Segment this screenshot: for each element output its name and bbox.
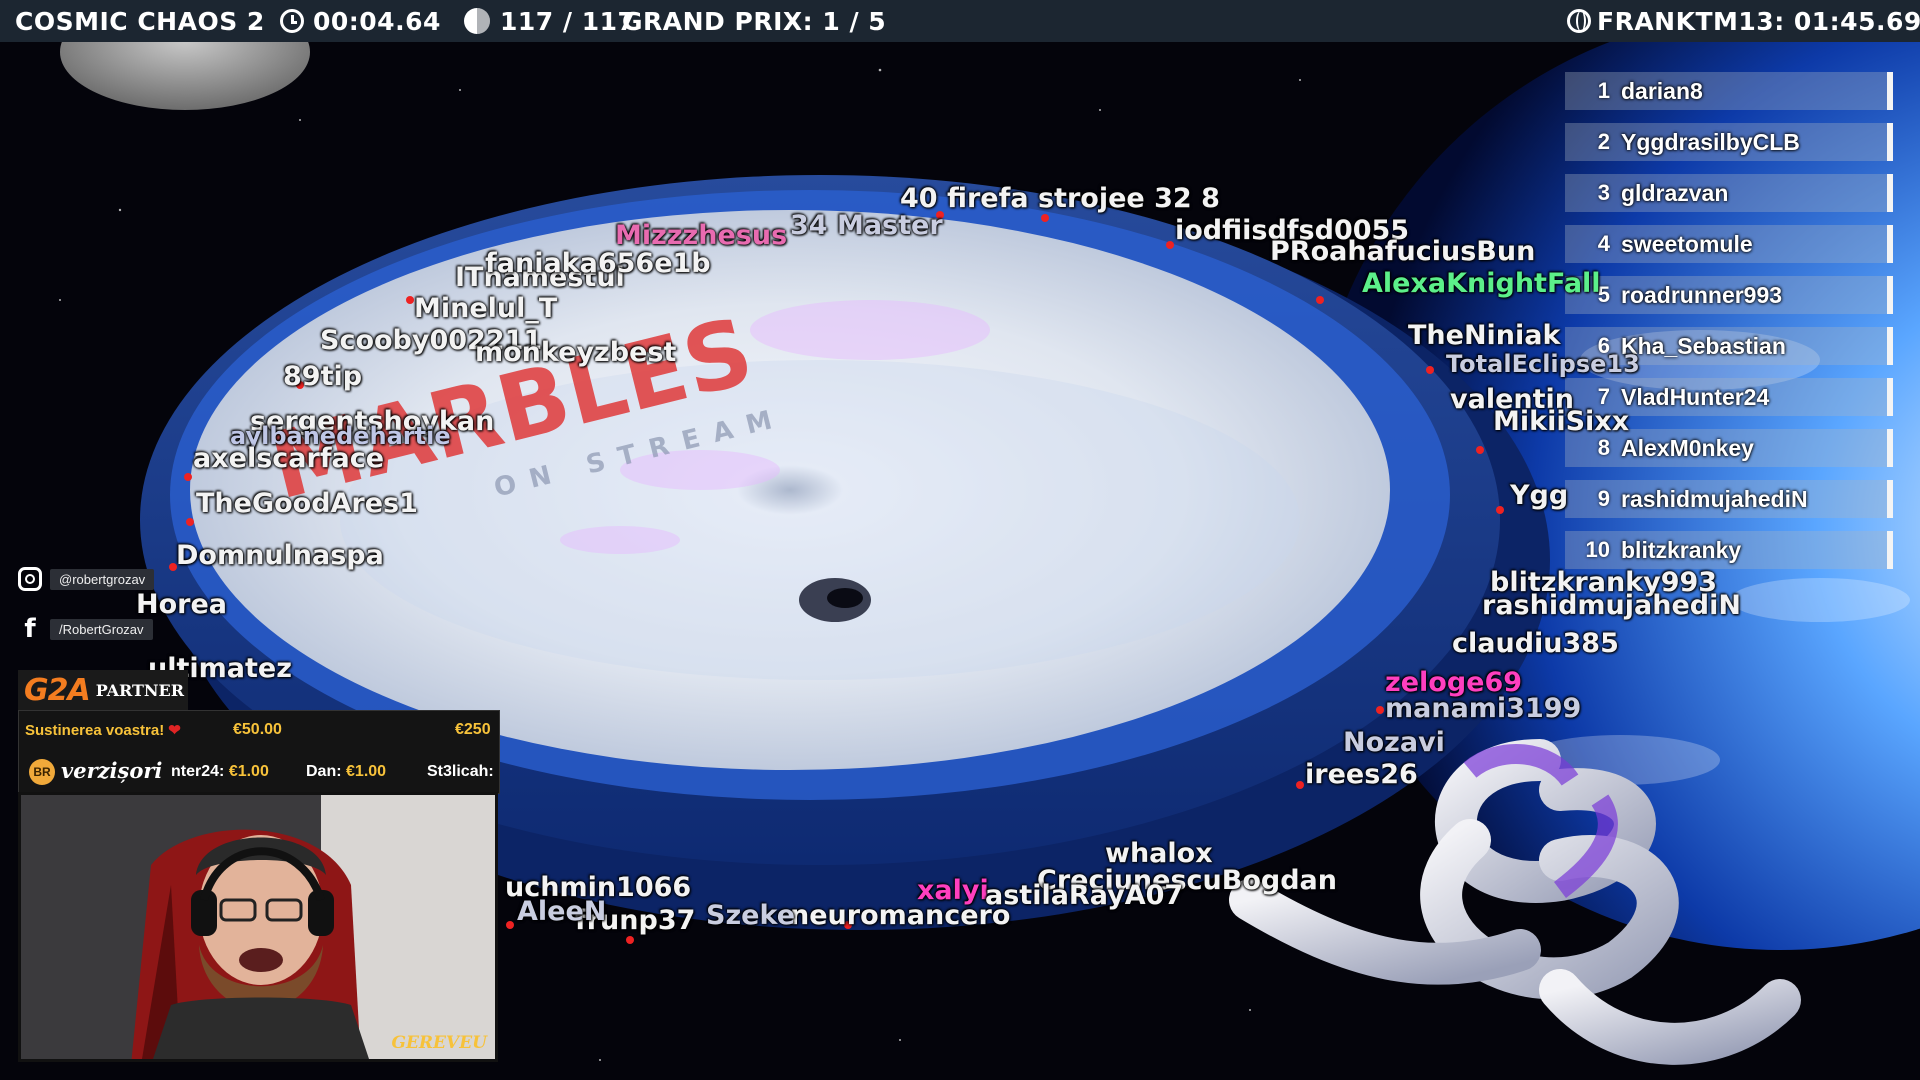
marble-name: axelscarface [193,443,385,474]
facebook-icon: f [24,614,36,644]
facebook-handle[interactable]: f /RobertGrozav [18,614,153,644]
marble-name: irees26 [1305,759,1418,790]
heart-icon: ❤ [168,722,181,739]
marble-name: astilaRayA07 [985,880,1184,911]
donation-item: Dan: €1.00 [306,763,387,780]
support-label: Sustinerea voastra! ❤ [25,722,181,739]
marble-name: rashidmujahediN [1482,590,1741,621]
marble-name: neuromancero [790,900,1011,931]
grand-prix-progress: GRAND PRIX: 1 / 5 [622,6,887,36]
leaderboard-name: AlexM0nkey [1621,434,1754,461]
leaderboard-row: 5 roadrunner993 [1565,276,1893,314]
marble-name: Ygg [1510,480,1569,511]
leaderboard-name: sweetomule [1621,230,1753,257]
leaderboard-indicator [1887,72,1893,110]
leaderboard-indicator [1887,225,1893,263]
donation-panel: Sustinerea voastra! ❤ €50.00 €250 BR verz… [18,710,500,794]
marble-name: faniaka656e1b [485,248,711,279]
clock-icon [280,9,304,33]
marble-icon [464,8,490,34]
g2a-logo: G2A [24,672,91,708]
leaderboard-name: rashidmujahediN [1621,485,1808,512]
marble-name: 34 Master [790,210,943,241]
leaderboard-indicator [1887,327,1893,365]
marbles-counter: 117 / 117 [464,0,635,42]
marble-name: MikiiSixx [1493,406,1630,437]
leaderboard-name: darian8 [1621,77,1703,104]
leaderboard-rank: 1 [1597,78,1610,103]
instagram-icon [18,567,42,591]
marble-name: TotalEclipse13 [1446,350,1640,378]
leaderboard-name: YggdrasilbyCLB [1621,128,1800,155]
marbles-count: 117 / 117 [500,6,636,36]
sponsor-name: verzișori [61,758,163,783]
leaderboard-row: 9 rashidmujahediN [1565,480,1893,518]
streamer-image [21,795,495,1059]
webcam-name-tag: GEREVEU [391,1033,487,1053]
leaderboard-indicator [1887,123,1893,161]
goal-current: €50.00 [233,721,282,738]
timer: 00:04.64 [280,0,441,42]
goal-target: €250 [455,721,491,738]
g2a-partner-label: PARTNER [95,680,185,700]
leaderboard-name: Kha_Sebastian [1621,332,1786,359]
leaderboard-rank: 9 [1597,486,1610,511]
donation-item: nter24: €1.00 [171,763,269,780]
marble-name: claudiu385 [1452,628,1619,659]
leaderboard-indicator [1887,378,1893,416]
marble-name: Nozavi [1343,727,1445,758]
marble-name: 89tip [283,361,363,392]
leaderboard-rank: 8 [1597,435,1610,460]
leaderboard-indicator [1887,480,1893,518]
leaderboard-row: 10 blitzkranky [1565,531,1893,569]
marble-name: Szeke [706,900,796,931]
marble-name: manami3199 [1385,693,1582,724]
world-record-value: FRANKTM13: 01:45.699 [1597,6,1920,36]
leaderboard-row: 2 YggdrasilbyCLB [1565,123,1893,161]
leaderboard-name: gldrazvan [1621,179,1729,206]
marble-name: Domnulnaspa [176,540,384,571]
webcam-feed: GEREVEU [18,792,498,1062]
leaderboard-rank: 3 [1597,180,1610,205]
leaderboard-row: 1 darian8 [1565,72,1893,110]
leaderboard-rank: 10 [1585,537,1610,562]
world-record: FRANKTM13: 01:45.699 [1567,0,1920,42]
leaderboard-rank: 2 [1597,129,1610,154]
donation-item: St3licah: [427,763,494,780]
facebook-label: /RobertGrozav [50,618,153,640]
marble-name: Minelul_T [414,293,558,324]
marble-name: Mizzzhesus [615,220,788,251]
leaderboard-indicator [1887,429,1893,467]
marble-name: TheNiniak [1408,320,1561,351]
leaderboard-indicator [1887,174,1893,212]
instagram-handle[interactable]: @robertgrozav [18,567,155,591]
leaderboard-name: blitzkranky [1621,536,1742,563]
timer-value: 00:04.64 [313,6,441,36]
marble-name: AlexaKnightFall [1362,268,1601,299]
leaderboard-indicator [1887,531,1893,569]
marble-name: PRoahafuciusBun [1270,236,1536,267]
marble-name: 40 firefa strojee 32 8 [900,183,1220,214]
leaderboard-name: VladHunter24 [1621,383,1770,410]
marble-name: monkeyzbest [475,337,677,368]
marble-name: TheGoodAres1 [196,488,418,519]
leaderboard-row: 4 sweetomule [1565,225,1893,263]
game-title: COSMIC CHAOS 2 [15,6,265,36]
instagram-label: @robertgrozav [50,568,155,590]
leaderboard-rank: 4 [1597,231,1610,256]
leaderboard-indicator [1887,276,1893,314]
leaderboard-name: roadrunner993 [1621,281,1783,308]
globe-icon [1567,9,1591,33]
g2a-partner-badge[interactable]: G2A PARTNER [18,670,188,710]
leaderboard-row: 3 gldrazvan [1565,174,1893,212]
hud-bar: COSMIC CHAOS 2 00:04.64 117 / 117 GRAND … [0,0,1920,42]
sponsor-badge-icon: BR [29,759,55,785]
marble-name: Horea [136,589,227,620]
marble-name: AleeN [517,896,607,927]
